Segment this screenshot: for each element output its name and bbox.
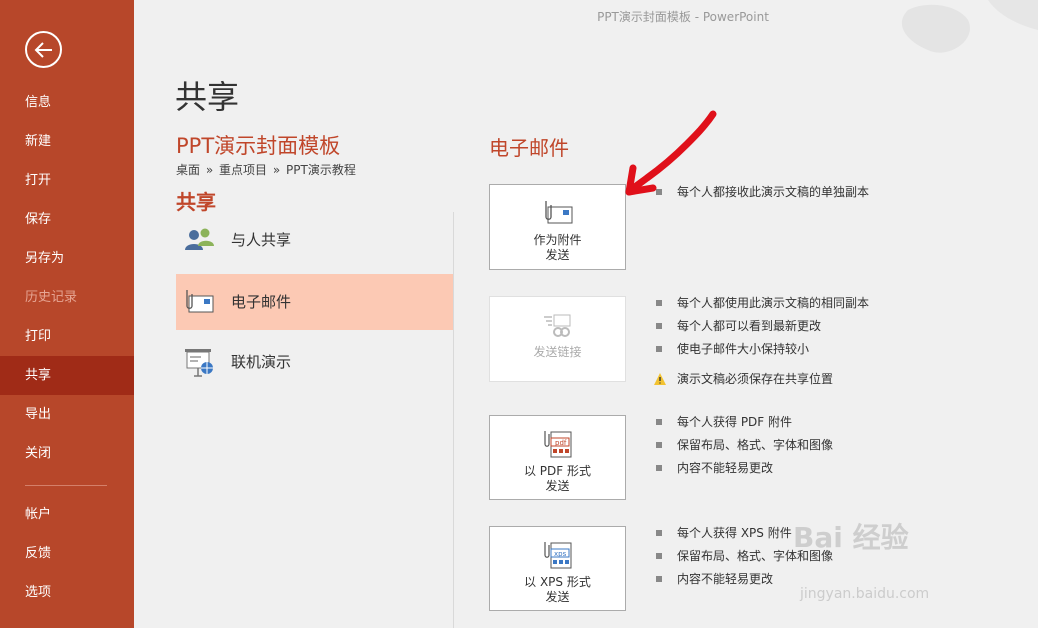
share-option-people[interactable]: 与人共享 bbox=[176, 212, 453, 268]
share-option-label: 联机演示 bbox=[231, 353, 292, 371]
email-icon bbox=[186, 290, 214, 313]
pane-divider bbox=[453, 212, 454, 628]
attachment-icon bbox=[544, 201, 572, 224]
send-as-pdf-button[interactable]: pdf 以 PDF 形式 发送 bbox=[489, 415, 626, 500]
breadcrumb-item[interactable]: 桌面 bbox=[176, 163, 200, 177]
email-section-header: 电子邮件 bbox=[489, 136, 569, 160]
send-link-button[interactable]: 发送链接 bbox=[489, 296, 626, 382]
button-label: 发送链接 bbox=[533, 345, 582, 359]
nav-history[interactable]: 历史记录 bbox=[0, 278, 134, 317]
button-label: 以 XPS 形式 发送 bbox=[524, 575, 591, 604]
breadcrumb-item[interactable]: 重点项目 bbox=[219, 163, 267, 177]
share-option-label: 电子邮件 bbox=[231, 293, 292, 311]
annotation-arrow-icon bbox=[625, 110, 717, 196]
warning-icon bbox=[654, 373, 666, 385]
nav-export[interactable]: 导出 bbox=[0, 395, 134, 434]
share-section-label: 共享 bbox=[176, 190, 216, 214]
breadcrumb-item[interactable]: PPT演示教程 bbox=[286, 163, 356, 177]
xps-icon: xps bbox=[543, 542, 571, 569]
send-as-attachment-button[interactable]: 作为附件 发送 bbox=[489, 184, 626, 270]
button-label: 作为附件 发送 bbox=[533, 233, 582, 262]
back-button[interactable] bbox=[25, 31, 62, 68]
nav-account[interactable]: 帐户 bbox=[0, 495, 134, 534]
present-online-icon bbox=[185, 349, 213, 377]
pdf-icon: pdf bbox=[543, 431, 571, 458]
nav-save[interactable]: 保存 bbox=[0, 200, 134, 239]
nav-divider bbox=[25, 485, 107, 486]
breadcrumb-separator: » bbox=[205, 163, 214, 177]
baidu-watermark-url: jingyan.baidu.com bbox=[800, 586, 930, 602]
nav-save-as[interactable]: 另存为 bbox=[0, 239, 134, 278]
back-arrow-icon bbox=[34, 42, 52, 58]
breadcrumb-separator: » bbox=[272, 163, 281, 177]
nav-options[interactable]: 选项 bbox=[0, 573, 134, 612]
breadcrumb: 桌面 » 重点项目 » PPT演示教程 bbox=[176, 161, 358, 178]
nav-share[interactable]: 共享 bbox=[0, 356, 134, 395]
page-title: 共享 bbox=[175, 78, 240, 116]
people-icon bbox=[185, 228, 214, 250]
window-title: PPT演示封面模板 - PowerPoint bbox=[597, 10, 769, 24]
backstage-sidebar: 信息 新建 打开 保存 另存为 历史记录 打印 共享 导出 关闭 帐户 反馈 选… bbox=[0, 0, 134, 628]
send-as-xps-button[interactable]: xps 以 XPS 形式 发送 bbox=[489, 526, 626, 611]
button-label: 以 PDF 形式 发送 bbox=[523, 464, 591, 493]
send-link-icon bbox=[543, 314, 570, 337]
baidu-watermark: Bai 经验 bbox=[793, 521, 909, 554]
svg-text:pdf: pdf bbox=[555, 439, 567, 447]
nav-feedback[interactable]: 反馈 bbox=[0, 534, 134, 573]
nav-new[interactable]: 新建 bbox=[0, 122, 134, 161]
share-option-email[interactable]: 电子邮件 bbox=[176, 274, 453, 330]
nav-close[interactable]: 关闭 bbox=[0, 434, 134, 473]
nav-info[interactable]: 信息 bbox=[0, 83, 134, 122]
share-option-present-online[interactable]: 联机演示 bbox=[176, 334, 453, 390]
nav-open[interactable]: 打开 bbox=[0, 161, 134, 200]
document-title: PPT演示封面模板 bbox=[176, 134, 341, 158]
svg-text:xps: xps bbox=[554, 550, 567, 558]
share-option-label: 与人共享 bbox=[231, 231, 292, 249]
nav-print[interactable]: 打印 bbox=[0, 317, 134, 356]
